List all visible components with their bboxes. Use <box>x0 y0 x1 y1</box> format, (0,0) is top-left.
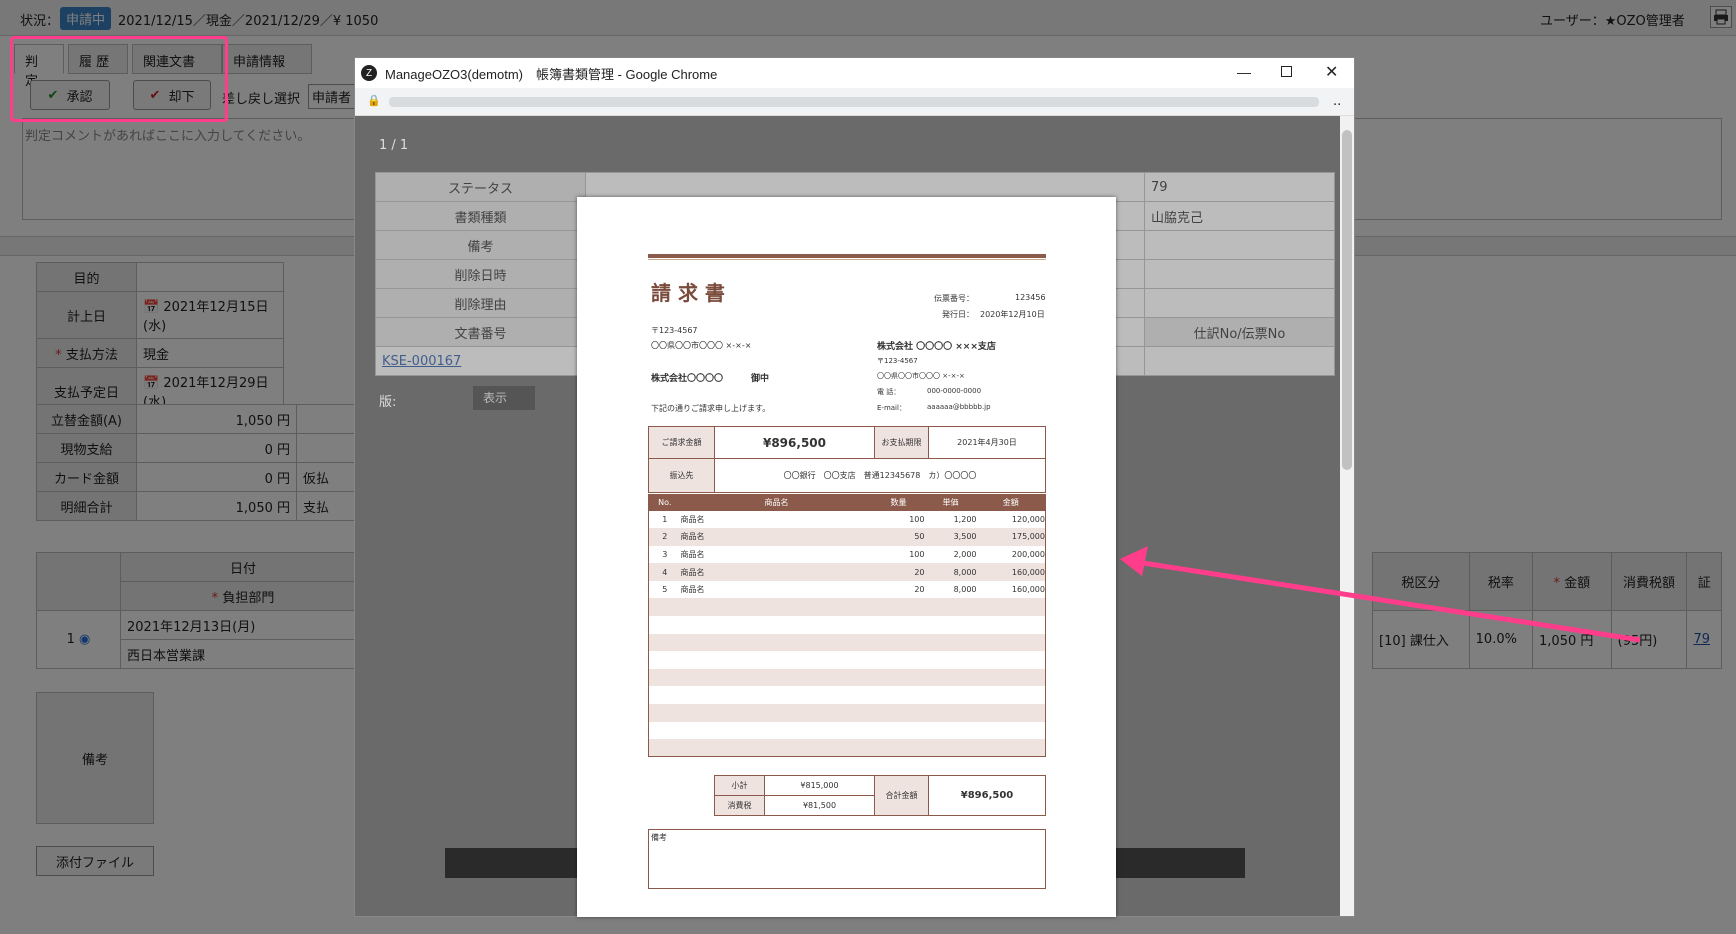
col-name: 商品名 <box>764 498 789 508</box>
lock-icon: 🔒 <box>367 94 381 107</box>
doc-link[interactable]: KSE-000167 <box>375 346 586 376</box>
viewer-row-label: 備考 <box>375 230 586 260</box>
invoice-row: 5 商品名 20 8,000 160,000 <box>662 585 1045 595</box>
vendor-zip: 〒123-4567 <box>877 357 918 365</box>
total-label: 合計金額 <box>874 775 929 816</box>
invoice-top-rule-thin <box>648 259 1046 260</box>
subtotal-value: ¥815,000 <box>764 775 875 796</box>
invoice-empty-row <box>648 668 1046 687</box>
viewer-row-right <box>1144 230 1335 260</box>
viewer-row-label: ステータス <box>375 172 586 202</box>
invoice-top-rule <box>648 254 1046 258</box>
highlight-box <box>10 36 228 122</box>
window-titlebar: Z ManageOZO3(demotm) 帳簿書類管理 - Google Chr… <box>355 58 1354 88</box>
journal-header: 仕訳No/伝票No <box>1144 317 1335 347</box>
invoice-row: 1 商品名 100 1,200 120,000 <box>662 514 1045 524</box>
client-name: 株式会社〇〇〇〇 <box>651 374 724 384</box>
slip-no: 123456 <box>1015 293 1046 302</box>
invoice-empty-row <box>648 739 1046 757</box>
subtotal-label: 小計 <box>714 775 765 796</box>
vendor-address: 〇〇県〇〇市〇〇〇 ×-×-× <box>877 372 965 380</box>
invoice-empty-row <box>649 616 1046 634</box>
tax-label: 消費税 <box>714 795 765 816</box>
invoice-row: 2 商品名 50 3,500 175,000 <box>648 528 1046 546</box>
viewer-row-right <box>1144 259 1335 289</box>
bank-value: 〇〇銀行 〇〇支店 普通12345678 カ）〇〇〇〇 <box>714 458 1046 493</box>
bank-label: 振込先 <box>648 458 715 493</box>
due-value: 2021年4月30日 <box>928 426 1046 459</box>
address-bar[interactable]: 🔒 .. <box>355 88 1354 116</box>
invoice-title: 請 求 書 <box>651 281 725 305</box>
vendor-name: 株式会社 〇〇〇〇 ×××支店 <box>877 342 996 352</box>
due-label: お支払期限 <box>874 426 929 459</box>
version-label: 版: <box>379 395 397 410</box>
viewer-row-right <box>1144 288 1335 318</box>
window-title: ManageOZO3(demotm) 帳簿書類管理 - Google Chrom… <box>385 66 718 82</box>
viewer-row-label: 削除日時 <box>375 259 586 289</box>
blurred-url <box>389 97 1319 107</box>
col-qty: 数量 <box>890 498 907 508</box>
issue-label: 発行日： <box>942 310 974 319</box>
slip-label: 伝票番号： <box>934 294 974 303</box>
invoice-items-table: No. 商品名 数量 単価 金額 1 商品名 100 1,200 120,000 2 商品… <box>648 494 1046 758</box>
maximize-icon[interactable] <box>1281 66 1292 77</box>
tel-value: 000-0000-0000 <box>927 387 982 395</box>
col-price: 単価 <box>942 498 959 508</box>
invoice-empty-row <box>649 686 1046 704</box>
col-amount: 金額 <box>1002 498 1019 508</box>
client-zip: 〒123-4567 <box>651 326 698 335</box>
invoice-empty-row <box>649 651 1046 669</box>
amount-label: ご請求金額 <box>648 426 715 459</box>
email-value: aaaaaa@bbbbb.jp <box>927 403 991 411</box>
tax-value: ¥81,500 <box>764 795 875 816</box>
page-counter: 1 / 1 <box>379 138 409 153</box>
col-no: No. <box>658 498 672 508</box>
onchu: 御中 <box>751 374 770 384</box>
annotation-arrow <box>1120 546 1641 643</box>
show-button[interactable]: 表示 <box>473 386 535 410</box>
invoice-row: 4 商品名 20 8,000 160,000 <box>648 563 1046 581</box>
invoice-empty-row <box>648 633 1046 652</box>
total-value: ¥896,500 <box>928 775 1046 816</box>
close-icon[interactable]: ✕ <box>1325 62 1338 82</box>
invoice-remarks-box: 備考 <box>648 829 1046 889</box>
invoice-page: 請 求 書 伝票番号： 123456 発行日： 2020年12月10日 〒123… <box>577 197 1116 917</box>
email-label: E-mail： <box>877 404 906 412</box>
viewer-row-right: 山脇克己 <box>1144 201 1335 231</box>
doc-no-header: 文書番号 <box>375 317 586 347</box>
tel-label: 電 話： <box>877 388 901 396</box>
viewer-row-label: 書類種類 <box>375 201 586 231</box>
invoice-empty-row <box>648 704 1046 722</box>
remarks-label: 備考 <box>651 833 667 842</box>
greeting: 下記の通りご請求申し上げます。 <box>651 404 771 413</box>
app-logo-icon: Z <box>361 65 377 81</box>
viewer-row-right: 79 <box>1144 172 1335 202</box>
client-address: 〇〇県〇〇市〇〇〇 ×-×-× <box>651 341 752 350</box>
invoice-amount: ¥896,500 <box>714 426 875 459</box>
invoice-totals-table: 小計 ¥815,000 合計金額 ¥896,500 消費税 ¥81,500 <box>714 775 1046 816</box>
invoice-empty-row <box>648 598 1046 617</box>
address-ellipsis: .. <box>1333 94 1342 109</box>
viewer-row-label: 削除理由 <box>375 288 586 318</box>
scrollbar-thumb[interactable] <box>1342 130 1352 470</box>
minimize-icon[interactable]: — <box>1237 64 1251 80</box>
invoice-summary-table: ご請求金額 ¥896,500 お支払期限 2021年4月30日 振込先 〇〇銀行… <box>648 426 1046 493</box>
issue-date: 2020年12月10日 <box>980 310 1045 319</box>
invoice-row: 3 商品名 100 2,000 200,000 <box>662 549 1045 559</box>
invoice-empty-row <box>649 722 1046 740</box>
